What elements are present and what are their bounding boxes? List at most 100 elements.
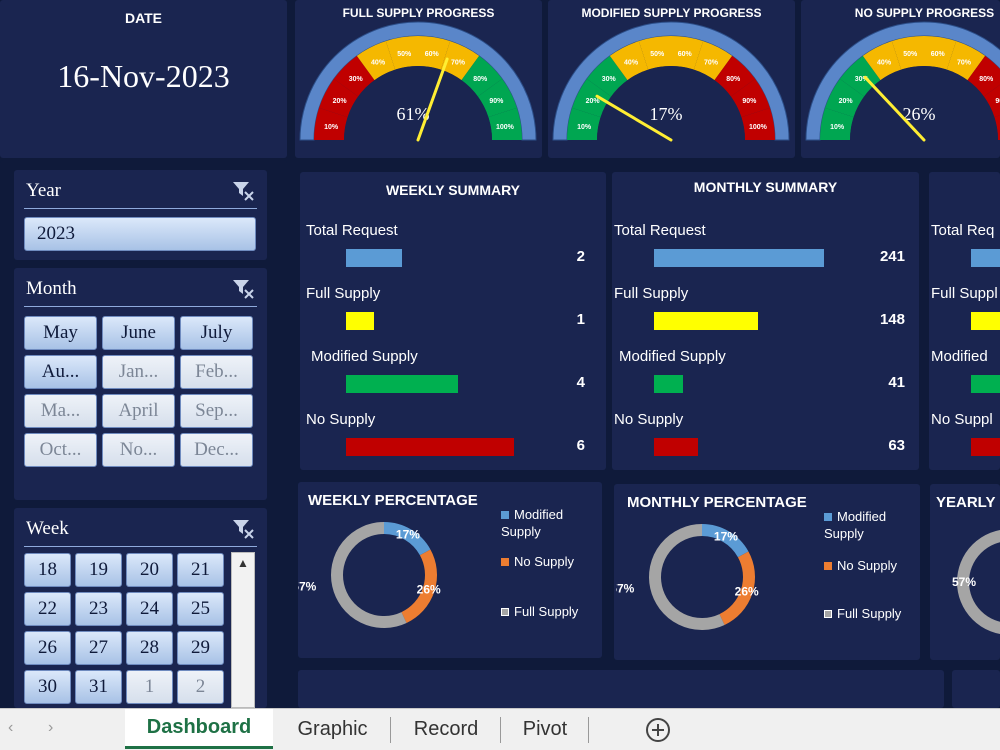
gauge-tick-label: 60%	[678, 51, 693, 58]
gauge-tick-label: 80%	[979, 76, 994, 83]
month-item[interactable]: May	[24, 316, 97, 350]
legend-modified-supply: Modified Supply	[824, 509, 887, 541]
gauge-tick-label: 50%	[903, 51, 918, 58]
date-label: DATE	[124, 10, 163, 26]
summary-row-bar	[654, 438, 699, 456]
summary-row-value: 148	[879, 311, 905, 328]
sheet-tab-bar: ‹ › Dashboard Graphic Record Pivot	[0, 708, 1000, 750]
summary-row-bar	[346, 249, 402, 267]
week-item[interactable]: 22	[24, 592, 71, 626]
plus-circle-icon[interactable]	[644, 716, 672, 744]
tab-dashboard[interactable]: Dashboard	[125, 709, 273, 749]
week-item[interactable]: 27	[75, 631, 122, 665]
week-scrollbar[interactable]: ▲	[231, 552, 255, 708]
month-item[interactable]: July	[180, 316, 253, 350]
gauge-tick-label: 20%	[839, 98, 854, 105]
donut-slice-label: 57%	[616, 582, 635, 596]
month-item[interactable]: Oct...	[24, 433, 97, 467]
month-item[interactable]: Ma...	[24, 394, 97, 428]
gauge-tick-label: 80%	[473, 76, 488, 83]
gauge-full-supply: 10%20%30%40%50% 60%70%80%90%100%61%	[299, 21, 537, 142]
scroll-left-icon[interactable]: ‹	[8, 719, 13, 737]
month-item[interactable]: Dec...	[180, 433, 253, 467]
gauge-tick-label: 100%	[496, 124, 515, 131]
summary-row-label: Modified Supply	[619, 348, 726, 365]
year-item-2023[interactable]: 2023	[24, 217, 256, 251]
week-item[interactable]: 26	[24, 631, 71, 665]
month-item[interactable]: Feb...	[180, 355, 253, 389]
legend-modified-supply: Modified Supply	[501, 507, 564, 539]
month-item[interactable]: No...	[102, 433, 175, 467]
month-item[interactable]: Au...	[24, 355, 97, 389]
donut-slice	[331, 522, 407, 628]
summary-row-label: No Suppl	[931, 411, 993, 428]
gauge-panel-no-supply: NO SUPPLY PROGRESS 10% 20% 30% 40% 50% 60% 70%…	[801, 0, 1000, 158]
summary-row-value: 2	[576, 248, 585, 265]
week-item[interactable]: 28	[126, 631, 173, 665]
donut-slice-label: 17%	[396, 528, 420, 542]
week-item[interactable]: 23	[75, 592, 122, 626]
week-item[interactable]: 2	[177, 670, 224, 704]
weekly-percentage-panel: WEEKLY PERCENTAGE 17% 26% 57% Modified Sup…	[298, 482, 602, 658]
gauge-tick-label: 90%	[489, 98, 504, 105]
gauge-tick-label: 70%	[704, 60, 719, 67]
yearly-donut: 57%	[952, 529, 1000, 635]
legend-full-supply: Full Supply	[824, 605, 916, 622]
summary-row-bar	[971, 312, 1000, 330]
week-item[interactable]: 18	[24, 553, 71, 587]
gauge-tick-label: 50%	[397, 51, 412, 58]
month-item[interactable]: Jan...	[102, 355, 175, 389]
week-item[interactable]: 25	[177, 592, 224, 626]
week-item[interactable]: 29	[177, 631, 224, 665]
week-item[interactable]: 19	[75, 553, 122, 587]
summary-row-bar	[346, 312, 374, 330]
legend-no-supply: No Supply	[824, 557, 916, 574]
tab-pivot[interactable]: Pivot	[502, 709, 588, 749]
scroll-right-icon[interactable]: ›	[48, 719, 53, 737]
summary-row-label: Total Req	[931, 222, 995, 239]
clear-filter-icon[interactable]	[231, 518, 255, 540]
tab-record[interactable]: Record	[392, 709, 500, 749]
month-slicer[interactable]: Month May June July Au... Jan... Feb... Ma... A…	[14, 268, 267, 500]
yearly-slice-label: 57%	[952, 575, 976, 589]
summary-row-label: Total Request	[614, 222, 706, 239]
summary-row-value: 41	[888, 374, 905, 391]
yearly-summary-panel: Total Req Full Suppl Modified No Suppl	[929, 172, 1000, 470]
week-slicer[interactable]: Week 18 19 20 21 22 23 24 25 26 27 28 29 30 31 1 2 ▲	[14, 508, 267, 708]
year-slicer[interactable]: Year 2023	[14, 170, 267, 260]
week-item[interactable]: 21	[177, 553, 224, 587]
summary-row-value: 6	[576, 437, 585, 454]
week-item[interactable]: 24	[126, 592, 173, 626]
week-item[interactable]: 20	[126, 553, 173, 587]
summary-row-value: 63	[888, 437, 905, 454]
scroll-up-icon[interactable]: ▲	[232, 553, 254, 573]
donut-slice-label: 26%	[735, 585, 759, 599]
summary-row-bar	[654, 375, 683, 393]
gauge-tick-label: 90%	[742, 98, 757, 105]
clear-filter-icon[interactable]	[231, 278, 255, 300]
gauge-no-supply: 10%20%30%40%50%60%70%80%90%100%26%	[805, 21, 1000, 142]
month-item[interactable]: Sep...	[180, 394, 253, 428]
summary-row-label: No Supply	[614, 411, 684, 428]
monthly-summary-title: MONTHLY SUMMARY	[693, 179, 838, 195]
monthly-percentage-title: MONTHLY PERCENTAGE	[627, 494, 807, 511]
tab-graphic[interactable]: Graphic	[275, 709, 390, 749]
week-slicer-title: Week	[26, 518, 69, 539]
year-slicer-title: Year	[26, 180, 62, 201]
donut-slice-label: 26%	[417, 583, 441, 597]
gauge-tick-label: 90%	[995, 98, 1000, 105]
donut-slice-label: 17%	[714, 530, 738, 544]
donut-slice-label: 57%	[298, 580, 317, 594]
gauge-tick-label: 10%	[830, 124, 845, 131]
clear-filter-icon[interactable]	[231, 180, 255, 202]
week-item[interactable]: 31	[75, 670, 122, 704]
gauge-tick-label: 100%	[749, 124, 768, 131]
gauge-tick-label: 30%	[349, 76, 364, 83]
month-item[interactable]: June	[102, 316, 175, 350]
week-item[interactable]: 30	[24, 670, 71, 704]
summary-row-label: Total Request	[306, 222, 398, 239]
month-item[interactable]: April	[102, 394, 175, 428]
monthly-donut: 17% 26% 57%	[616, 524, 759, 630]
bottom-panel	[298, 670, 944, 708]
week-item[interactable]: 1	[126, 670, 173, 704]
